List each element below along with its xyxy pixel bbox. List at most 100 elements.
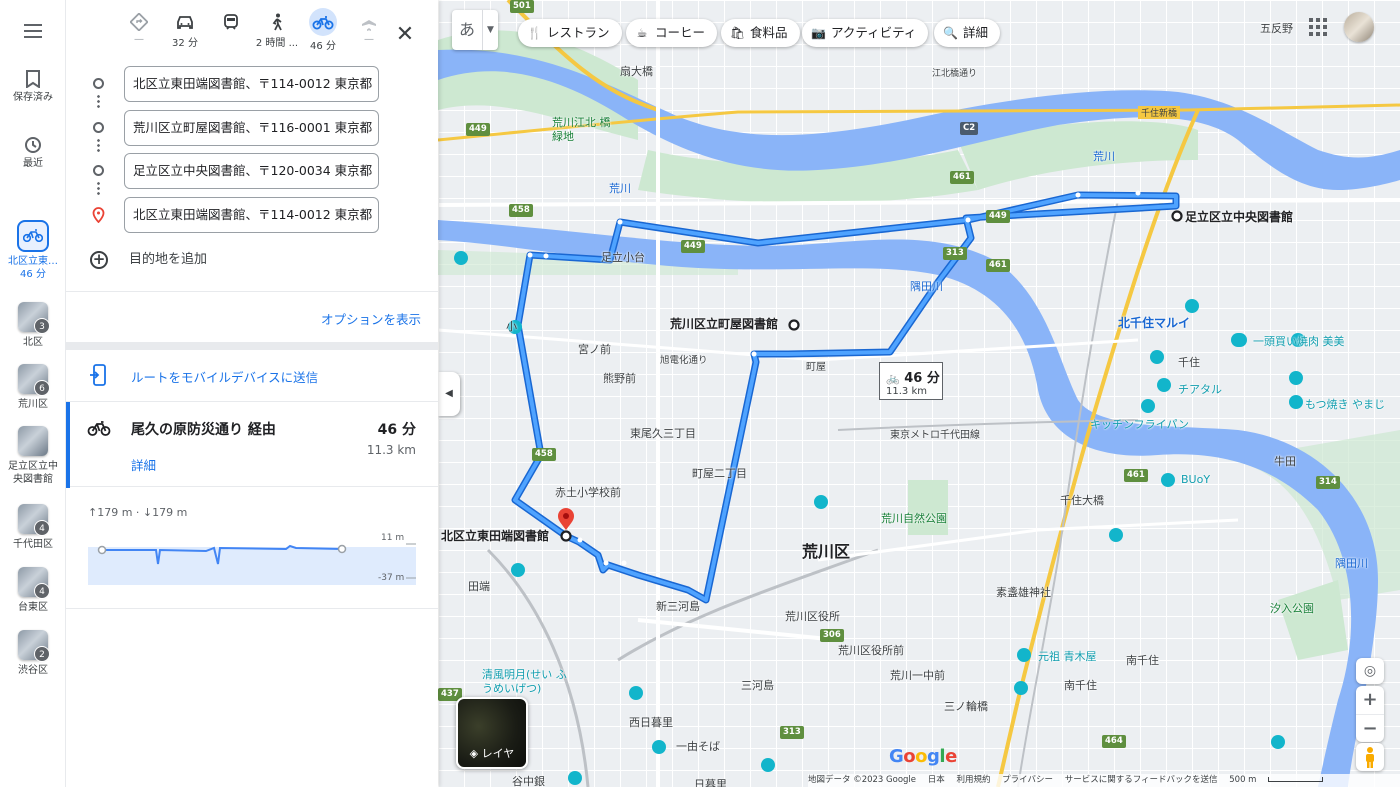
place-label[interactable]: 赤土小学校前 <box>555 484 621 500</box>
send-to-device-label: ルートをモバイルデバイスに送信 <box>131 370 319 385</box>
route-details-link[interactable]: 詳細 <box>131 455 156 474</box>
place-label[interactable]: もつ焼き やまじ <box>1305 396 1385 412</box>
train-icon <box>224 14 238 30</box>
place-label[interactable]: 小 <box>506 318 517 334</box>
place-label[interactable]: キッチンフライパン <box>1090 416 1189 432</box>
chip-restaurants[interactable]: 🍴 レストラン <box>518 19 622 47</box>
place-label[interactable]: 東尾久三丁目 <box>630 425 696 441</box>
mode-best-route[interactable]: — <box>116 8 162 45</box>
mode-transit[interactable] <box>208 8 254 34</box>
place-label[interactable]: 三河島 <box>741 677 774 693</box>
place-label[interactable]: 宮ノ前 <box>578 341 611 357</box>
place-label[interactable]: 西日暮里 <box>629 714 673 730</box>
chip-activities[interactable]: 📷 アクティビティ <box>802 19 929 47</box>
route-shield: 306 <box>820 629 844 642</box>
place-label[interactable]: 千住 <box>1178 354 1200 370</box>
street-view-pegman[interactable] <box>1356 743 1384 771</box>
map-footer: 地図データ ©2023 Google 日本 利用規約 プライバシー サービスに関… <box>808 774 1400 787</box>
mode-walking[interactable]: 2 時間 ... <box>254 8 300 49</box>
place-label[interactable]: 元祖 青木屋 <box>1038 648 1097 664</box>
feedback-link[interactable]: サービスに関するフィードバックを送信 <box>1065 775 1218 785</box>
chevron-down-icon[interactable]: ▼ <box>482 10 498 50</box>
map-canvas[interactable]: 449 449 449 461 461 461 313 313 458 458 … <box>438 0 1400 787</box>
place-label[interactable]: 五反野 <box>1260 20 1293 36</box>
account-avatar[interactable] <box>1344 12 1374 42</box>
chip-coffee[interactable]: ☕ コーヒー <box>626 19 718 47</box>
place-label[interactable]: 千住大橋 <box>1060 492 1104 508</box>
active-item-label: 北区立東… <box>8 256 58 267</box>
apps-grid-icon[interactable] <box>1308 17 1328 37</box>
show-options-link[interactable]: オプションを表示 <box>321 309 421 328</box>
place-label[interactable]: 田端 <box>468 578 490 594</box>
place-label-adachi-library[interactable]: 足立区立中央図書館 <box>1185 208 1293 225</box>
park-label[interactable]: 荒川江北 橋緑地 <box>552 116 612 144</box>
place-label[interactable]: 荒川区役所前 <box>838 642 904 658</box>
route-duration-callout[interactable]: 🚲 46 分 11.3 km <box>879 362 943 400</box>
saved-button[interactable]: 保存済み <box>0 70 66 104</box>
waypoint-input-start[interactable]: 北区立東田端図書館、〒114-0012 東京都 <box>124 66 379 102</box>
place-label[interactable]: 扇大橋 <box>620 63 653 79</box>
divider <box>66 291 438 292</box>
place-label[interactable]: 日暮里 <box>694 776 727 787</box>
place-label[interactable]: 素盞雄神社 <box>996 584 1051 600</box>
recent-place-2[interactable]: 足立区立中 央図書館 <box>0 426 66 486</box>
active-directions-item[interactable]: 北区立東… 46 分 <box>0 220 66 281</box>
recent-place-1[interactable]: 6 荒川区 <box>0 364 66 411</box>
place-label[interactable]: 南千住 <box>1126 652 1159 668</box>
recent-place-3[interactable]: 4 千代田区 <box>0 504 66 551</box>
waypoint-input-destination[interactable]: 北区立東田端図書館、〒114-0012 東京都 <box>124 197 379 233</box>
chip-more[interactable]: 🔍 詳細 <box>934 19 1001 47</box>
privacy-link[interactable]: プライバシー <box>1002 775 1053 785</box>
place-label[interactable]: 清風明月(せい ふうめいげつ) <box>482 668 572 696</box>
waypoint-marker-start <box>93 78 104 89</box>
place-label[interactable]: 町屋二丁目 <box>692 465 747 481</box>
place-label[interactable]: 足立小台 <box>601 249 645 265</box>
chip-groceries[interactable]: 🛍 食料品 <box>721 19 800 47</box>
place-label[interactable]: 谷中銀 <box>512 773 545 787</box>
place-label[interactable]: 荒川一中前 <box>890 667 945 683</box>
place-label[interactable]: 一由そば <box>676 738 720 754</box>
terms-link[interactable]: 利用規約 <box>956 775 990 785</box>
place-label[interactable]: BUoY <box>1181 473 1210 486</box>
route-connector <box>97 138 100 154</box>
route-shield: 458 <box>509 204 533 217</box>
place-label[interactable]: 一頭買い焼肉 美美 <box>1253 333 1345 349</box>
place-label-kitasenju-marui[interactable]: 北千住マルイ <box>1118 314 1190 331</box>
scale-label[interactable]: 500 m <box>1229 775 1256 785</box>
route-shield: 313 <box>943 247 967 260</box>
place-label-higashitabata-library[interactable]: 北区立東田端図書館 <box>441 527 549 544</box>
park-label[interactable]: 荒川自然公園 <box>881 510 947 526</box>
my-location-button[interactable]: ◎ <box>1356 658 1384 684</box>
mode-cycling[interactable]: 46 分 <box>300 8 346 52</box>
close-directions-button[interactable]: ✕ <box>394 24 416 46</box>
zoom-in-button[interactable]: + <box>1356 686 1384 714</box>
place-label[interactable]: 牛田 <box>1274 453 1296 469</box>
waypoint-input-2[interactable]: 荒川区立町屋図書館、〒116-0001 東京都 <box>124 110 379 146</box>
place-label[interactable]: 南千住 <box>1064 677 1097 693</box>
mode-flights[interactable]: — <box>346 8 392 45</box>
recent-button[interactable]: 最近 <box>0 136 66 170</box>
recent-place-5[interactable]: 2 渋谷区 <box>0 630 66 677</box>
place-label[interactable]: 三ノ輪橋 <box>944 698 988 714</box>
waypoint-input-3[interactable]: 足立区立中央図書館、〒120-0034 東京都 <box>124 153 379 189</box>
recent-label: 最近 <box>23 158 43 169</box>
place-label[interactable]: 熊野前 <box>603 370 636 386</box>
mode-driving[interactable]: 32 分 <box>162 8 208 49</box>
menu-button[interactable] <box>0 24 66 41</box>
collapse-panel-button[interactable]: ◀ <box>438 372 460 416</box>
place-label-machiya-library[interactable]: 荒川区立町屋図書館 <box>670 315 778 332</box>
place-label[interactable]: 荒川区役所 <box>785 608 840 624</box>
zoom-out-button[interactable]: − <box>1356 714 1384 742</box>
add-destination-button[interactable]: + 目的地を追加 <box>90 248 207 269</box>
input-method-toggle[interactable]: あ ▼ <box>452 10 498 50</box>
recent-place-0[interactable]: 3 北区 <box>0 302 66 349</box>
recent-place-4[interactable]: 4 台東区 <box>0 567 66 614</box>
place-label[interactable]: 町屋 <box>806 358 826 373</box>
place-label[interactable]: チアタル <box>1178 381 1222 397</box>
send-to-device-row[interactable]: ルートをモバイルデバイスに送信 <box>66 350 438 401</box>
park-label[interactable]: 汐入公園 <box>1270 600 1314 616</box>
route-option-card[interactable]: 尾久の原防災通り 経由 46 分 11.3 km 詳細 <box>66 401 438 488</box>
place-label[interactable]: 新三河島 <box>656 598 700 614</box>
region-link[interactable]: 日本 <box>928 775 945 785</box>
layers-button[interactable]: ◈ レイヤ <box>456 697 528 769</box>
